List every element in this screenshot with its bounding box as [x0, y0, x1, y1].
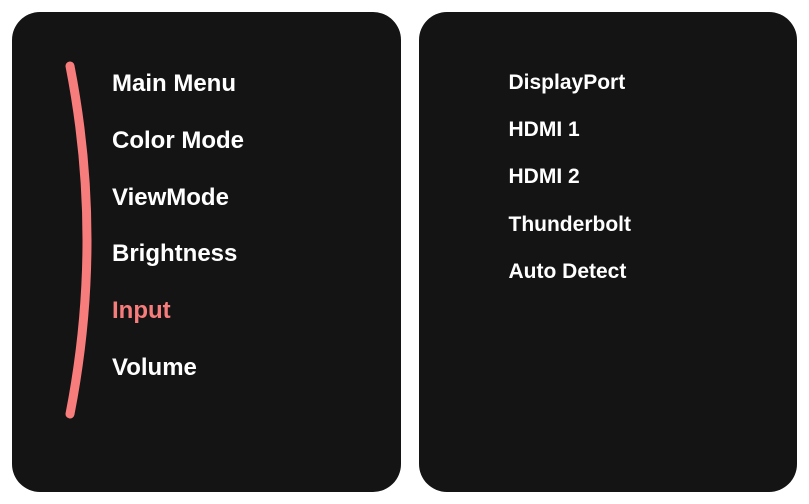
- menu-item-viewmode[interactable]: ViewMode: [112, 184, 361, 213]
- submenu-panel: DisplayPort HDMI 1 HDMI 2 Thunderbolt Au…: [419, 12, 798, 492]
- submenu-item-thunderbolt[interactable]: Thunderbolt: [509, 212, 758, 237]
- submenu-item-hdmi-2[interactable]: HDMI 2: [509, 164, 758, 189]
- main-menu-panel: Main Menu Color Mode ViewMode Brightness…: [12, 12, 401, 492]
- submenu-item-hdmi-1[interactable]: HDMI 1: [509, 117, 758, 142]
- arc-indicator-icon: [56, 60, 116, 420]
- menu-item-brightness[interactable]: Brightness: [112, 240, 361, 269]
- menu-item-volume[interactable]: Volume: [112, 354, 361, 383]
- submenu-item-auto-detect[interactable]: Auto Detect: [509, 259, 758, 284]
- menu-item-main-menu[interactable]: Main Menu: [112, 70, 361, 99]
- menu-item-color-mode[interactable]: Color Mode: [112, 127, 361, 156]
- menu-item-input[interactable]: Input: [112, 297, 361, 326]
- submenu-item-displayport[interactable]: DisplayPort: [509, 70, 758, 95]
